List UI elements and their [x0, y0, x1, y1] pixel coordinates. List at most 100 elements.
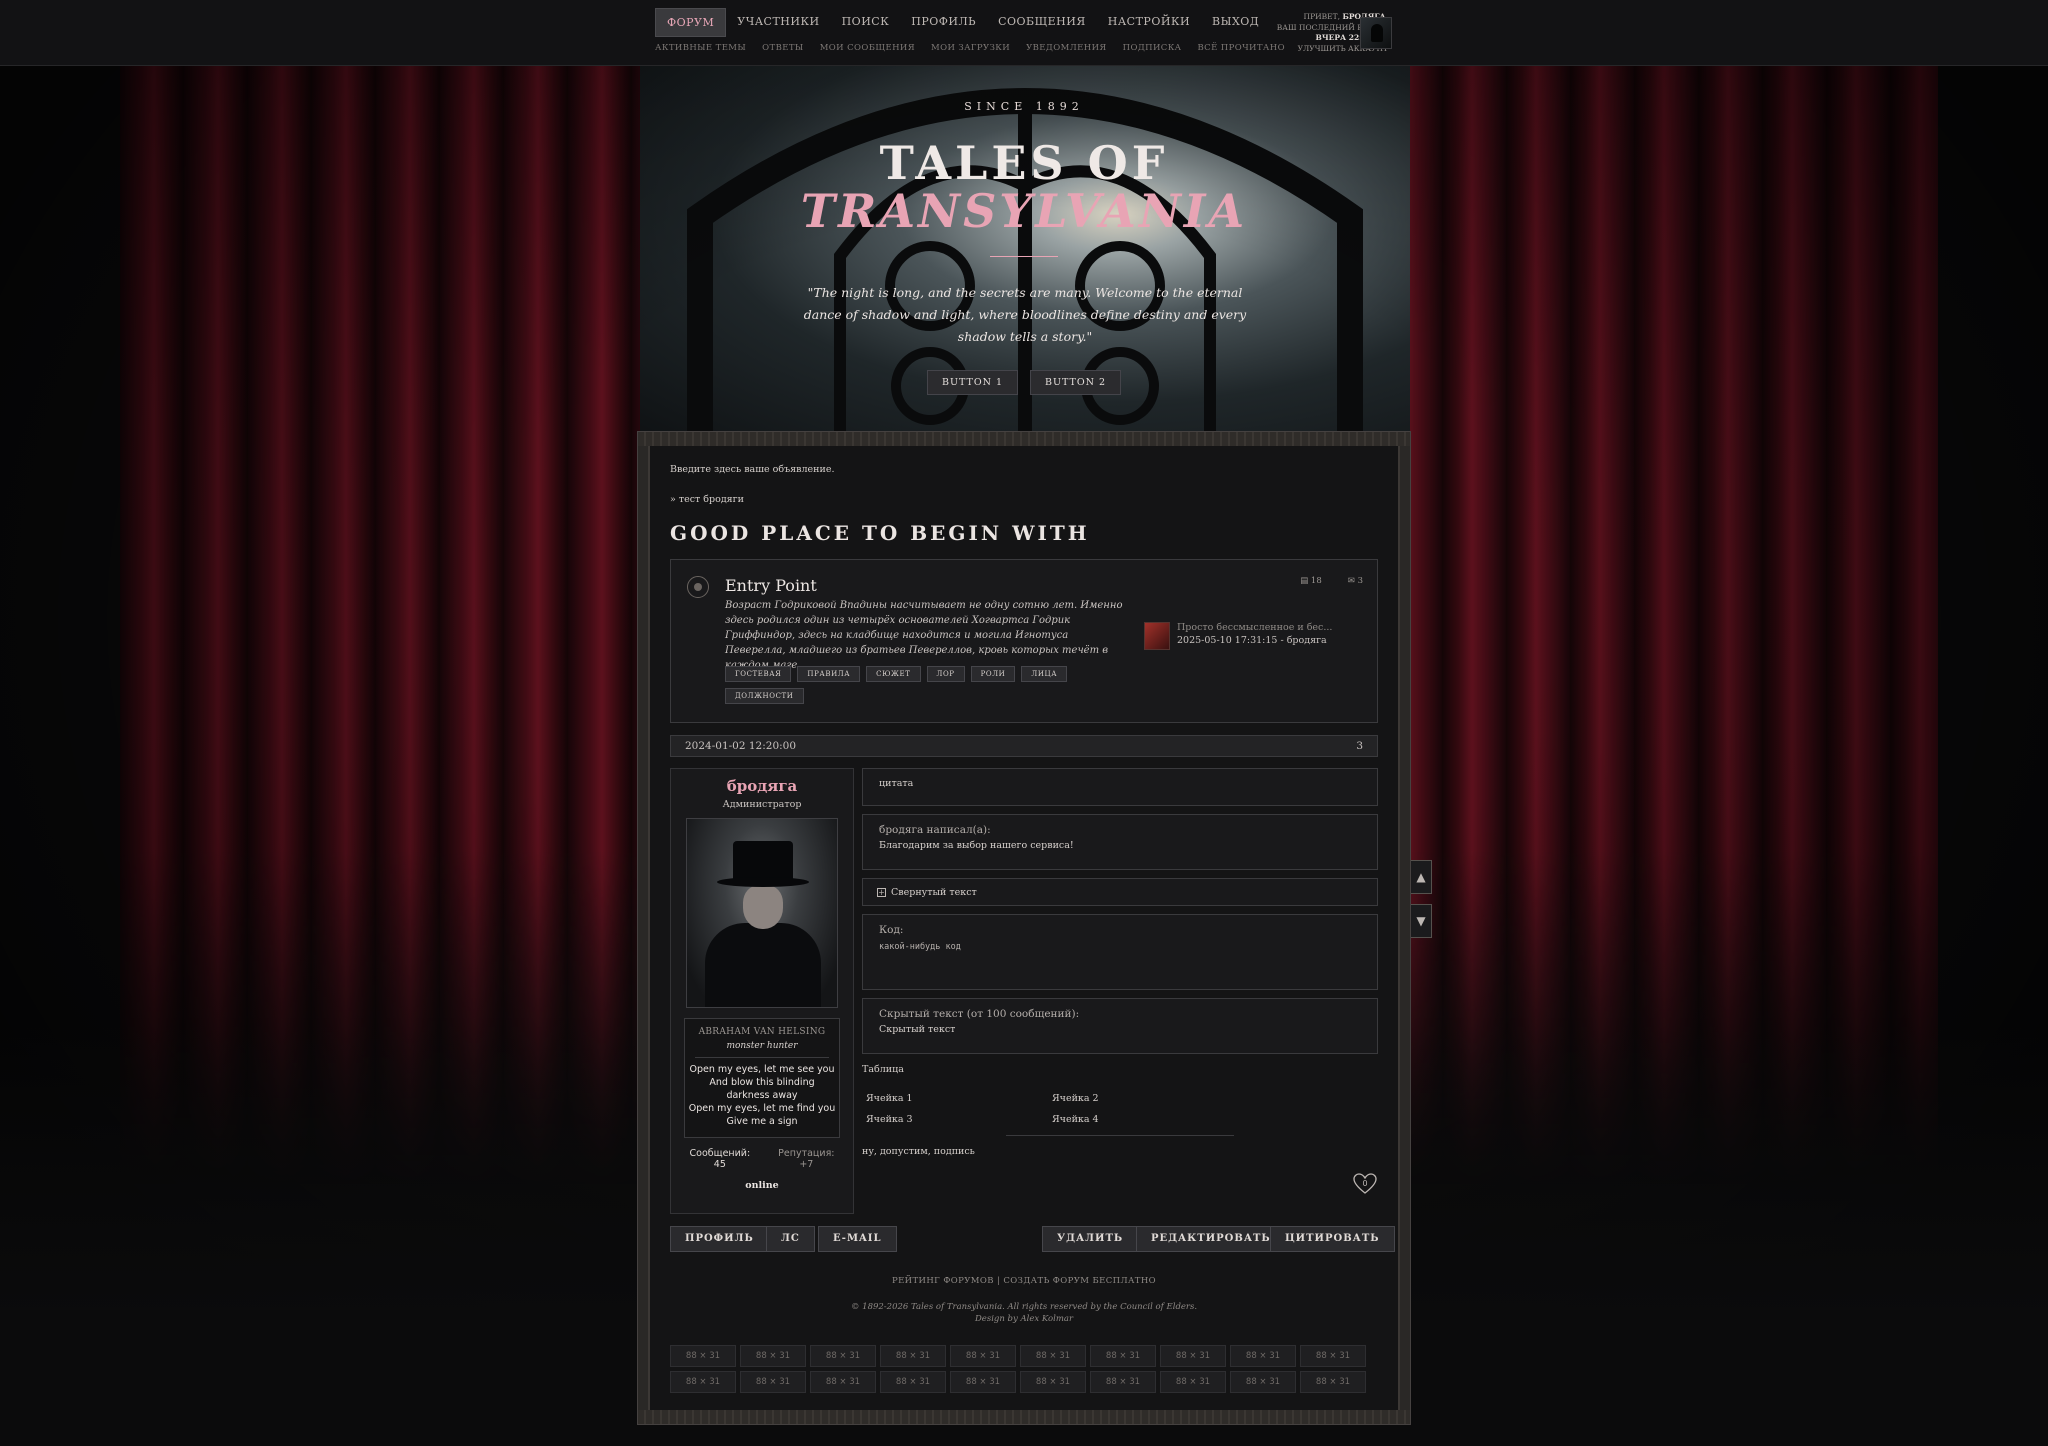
banner-slot[interactable]: 88 × 31 [880, 1371, 946, 1393]
banner-slot[interactable]: 88 × 31 [1160, 1345, 1226, 1367]
banner-slot[interactable]: 88 × 31 [810, 1345, 876, 1367]
banner-slot[interactable]: 88 × 31 [950, 1345, 1016, 1367]
banner-slot[interactable]: 88 × 31 [1160, 1371, 1226, 1393]
scroll-buttons: ▲ ▼ [1410, 860, 1432, 948]
post-header: 2024-01-02 12:20:00 3 [670, 735, 1378, 757]
forum-name-link[interactable]: Entry Point [725, 576, 817, 595]
subnav-notifications[interactable]: Уведомления [1026, 43, 1107, 53]
quote-button[interactable]: Цитировать [1270, 1226, 1395, 1252]
post: бродяга Администратор Abraham Van Helsin… [670, 768, 1378, 1216]
button-banners: 88 × 31 88 × 31 88 × 31 88 × 31 88 × 31 … [670, 1345, 1378, 1393]
like-button[interactable]: 0 [1352, 1172, 1378, 1196]
post-table: Ячейка 1 Ячейка 2 Ячейка 3 Ячейка 4 [862, 1089, 1234, 1131]
hero-button-2[interactable]: BUTTON 2 [1030, 370, 1122, 395]
banner-slot[interactable]: 88 × 31 [950, 1371, 1016, 1393]
banner-slot[interactable]: 88 × 31 [1090, 1371, 1156, 1393]
nav-profile[interactable]: Профиль [900, 8, 987, 37]
post-author-panel: бродяга Администратор Abraham Van Helsin… [670, 768, 854, 1214]
section-title: GOOD PLACE TO BEGIN WITH [670, 521, 1090, 545]
breadcrumb[interactable]: » тест бродяги [670, 494, 1378, 505]
hero-button-1[interactable]: BUTTON 1 [926, 370, 1018, 395]
spoiler-toggle[interactable]: + Свернутый текст [862, 878, 1378, 906]
scroll-up-icon[interactable]: ▲ [1410, 860, 1432, 894]
banner-slot[interactable]: 88 × 31 [740, 1345, 806, 1367]
quote-block: цитата [862, 768, 1378, 806]
content-panel: Введите здесь ваше объявление. » тест бр… [637, 431, 1411, 1425]
forum-description: Возраст Годриковой Впадины насчитывает н… [725, 600, 1123, 671]
subnav-replies[interactable]: Ответы [762, 43, 804, 53]
banner-slot[interactable]: 88 × 31 [740, 1371, 806, 1393]
nav-search[interactable]: Поиск [831, 8, 901, 37]
avatar[interactable] [1360, 17, 1392, 49]
posts-icon: ✉ [1347, 576, 1355, 586]
title-divider [990, 256, 1058, 257]
posts-count: 3 [1357, 576, 1363, 586]
banner-slot[interactable]: 88 × 31 [1300, 1345, 1366, 1367]
tag-positions[interactable]: Должности [725, 688, 804, 704]
since-label: SINCE 1892 [964, 100, 1084, 113]
subnav-mark-all-read[interactable]: Всё прочитано [1198, 43, 1285, 53]
character-card: Abraham Van Helsing monster hunter Open … [684, 1018, 840, 1138]
nav-logout[interactable]: Выход [1201, 8, 1270, 37]
subnav-my-posts[interactable]: Мои сообщения [820, 43, 915, 53]
site-title-line1: TALES OF [879, 136, 1169, 190]
tag-roles[interactable]: Роли [970, 666, 1016, 682]
banner-slot[interactable]: 88 × 31 [1230, 1345, 1296, 1367]
banner-slot[interactable]: 88 × 31 [670, 1371, 736, 1393]
table-row: Ячейка 1 Ячейка 2 [866, 1093, 1099, 1104]
main-menu: Форум Участники Поиск Профиль Сообщения … [655, 8, 1270, 37]
subnav-active-topics[interactable]: Активные темы [655, 43, 746, 53]
last-post-meta: 2025-05-10 17:31:15 - бродяга [1177, 635, 1327, 646]
banner-slot[interactable]: 88 × 31 [1020, 1371, 1086, 1393]
last-post-title[interactable]: Просто бессмысленное и бес... [1177, 622, 1332, 633]
banner-slot[interactable]: 88 × 31 [1090, 1345, 1156, 1367]
author-reputation[interactable]: +7 [778, 1159, 834, 1170]
footer-links[interactable]: Рейтинг форумов | Создать форум бесплатн… [670, 1276, 1378, 1286]
banner-slot[interactable]: 88 × 31 [1230, 1371, 1296, 1393]
post-number[interactable]: 3 [1356, 740, 1363, 752]
tag-lore[interactable]: Лор [926, 666, 965, 682]
subnav-subscriptions[interactable]: Подписка [1123, 43, 1182, 53]
banner-slot[interactable]: 88 × 31 [880, 1345, 946, 1367]
post-content: цитата бродяга написал(а): Благодарим за… [862, 768, 1378, 1157]
tag-rules[interactable]: Правила [797, 666, 861, 682]
hero-quote: "The night is long, and the secrets are … [803, 285, 1247, 344]
scroll-down-icon[interactable]: ▼ [1410, 904, 1432, 938]
subnav-my-uploads[interactable]: Мои загрузки [931, 43, 1010, 53]
author-avatar [686, 818, 838, 1008]
profile-button[interactable]: Профиль [670, 1226, 769, 1252]
banner-slot[interactable]: 88 × 31 [810, 1371, 876, 1393]
table-row: Ячейка 3 Ячейка 4 [866, 1114, 1099, 1125]
hidden-text-block: Скрытый текст (от 100 сообщений): Скрыты… [862, 998, 1378, 1054]
hero-buttons: BUTTON 1 BUTTON 2 [0, 370, 2048, 395]
nav-members[interactable]: Участники [726, 8, 830, 37]
announcement: Введите здесь ваше объявление. [670, 464, 835, 475]
post-date[interactable]: 2024-01-02 12:20:00 [685, 740, 796, 752]
delete-button[interactable]: Удалить [1042, 1226, 1139, 1252]
sub-menu: Активные темы Ответы Мои сообщения Мои з… [655, 43, 1285, 53]
svg-text:0: 0 [1362, 1179, 1367, 1188]
banner-slot[interactable]: 88 × 31 [1020, 1345, 1086, 1367]
email-button[interactable]: E-mail [818, 1226, 897, 1252]
quote-block-attributed: бродяга написал(а): Благодарим за выбор … [862, 814, 1378, 870]
nav-messages[interactable]: Сообщения [987, 8, 1097, 37]
heart-icon: 0 [1353, 1173, 1377, 1194]
expand-icon: + [877, 887, 886, 897]
topics-count: 18 [1310, 576, 1322, 586]
tag-faces[interactable]: Лица [1021, 666, 1068, 682]
forum-stats: ▤ 18 ✉ 3 [1300, 576, 1363, 586]
banner-slot[interactable]: 88 × 31 [670, 1345, 736, 1367]
author-messages-count: 45 [713, 1159, 726, 1170]
author-name[interactable]: бродяга [671, 777, 853, 795]
site-title-line2: TRANSYLVANIA [800, 184, 1248, 238]
edit-button[interactable]: Редактировать [1136, 1226, 1286, 1252]
tag-plot[interactable]: Сюжет [866, 666, 921, 682]
last-post-thumbnail[interactable] [1144, 622, 1170, 650]
banner-slot[interactable]: 88 × 31 [1300, 1371, 1366, 1393]
nav-forum[interactable]: Форум [655, 8, 727, 37]
topics-icon: ▤ [1300, 576, 1309, 586]
code-block: Код: какой-нибудь код [862, 914, 1378, 990]
tag-guestbook[interactable]: Гостевая [725, 666, 792, 682]
private-message-button[interactable]: ЛС [766, 1226, 815, 1252]
nav-settings[interactable]: Настройки [1097, 8, 1201, 37]
